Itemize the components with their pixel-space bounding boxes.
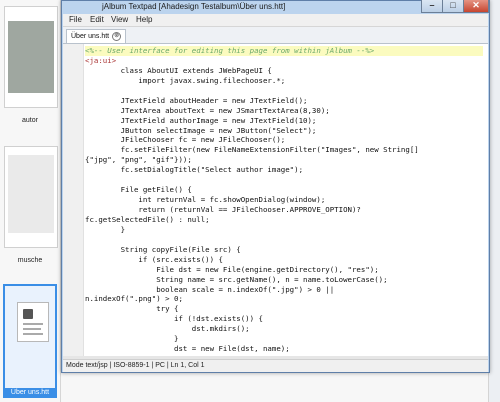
code-line[interactable]: JButton selectImage = new JButton("Selec… [85,126,483,136]
maximize-button[interactable]: □ [442,0,464,13]
code-line[interactable]: <%-- User interface for editing this pag… [85,46,483,56]
code-line[interactable]: import javax.swing.filechooser.*; [85,76,483,86]
thumbnail-image [8,155,54,233]
thumbnail-label: autor [22,117,38,124]
textpad-window: jAlbum Textpad [Ahadesign Testalbum\Über… [61,0,490,373]
page-document-icon [17,302,49,342]
code-line[interactable]: JTextField authorImage = new JTextField(… [85,116,483,126]
code-line[interactable]: <ja:ui> [85,56,483,66]
status-text: Mode text/jsp | ISO-8859-1 | PC | Ln 1, … [66,362,205,369]
thumbnail-label: musche [17,257,43,264]
status-bar: Mode text/jsp | ISO-8859-1 | PC | Ln 1, … [63,359,488,372]
code-line[interactable]: if (src.exists()) { [85,255,483,265]
line-gutter [63,44,84,356]
code-line[interactable]: dst.mkdirs(); [85,324,483,334]
window-title: jAlbum Textpad [Ahadesign Testalbum\Über… [102,2,286,11]
close-button[interactable]: ✕ [463,0,489,13]
menu-view[interactable]: View [111,15,128,24]
code-line[interactable]: if (!dst.exists()) { [85,314,483,324]
code-line[interactable]: dst = new File(dst, name); [85,344,483,354]
tab-label: Über uns.htt [71,33,110,40]
code-line[interactable]: fc.setFileFilter(new FileNameExtensionFi… [85,145,483,155]
tab-uber-uns[interactable]: Über uns.htt ⊗ [66,29,127,43]
code-line[interactable]: JFileChooser fc = new JFileChooser(); [85,135,483,145]
close-tab-icon[interactable]: ⊗ [112,31,122,41]
code-line[interactable]: boolean scale = n.indexOf(".jpg") > 0 || [85,285,483,295]
code-line[interactable]: } [85,225,483,235]
code-line[interactable] [85,235,483,245]
code-line[interactable]: File dst = new File(engine.getDirectory(… [85,265,483,275]
code-editor[interactable]: <%-- User interface for editing this pag… [63,44,488,356]
code-line[interactable]: {"jpg", "png", "gif"})); [85,155,483,165]
thumbnail-musche[interactable] [4,146,58,248]
thumbnail-autor[interactable] [4,6,58,108]
code-line[interactable]: int returnVal = fc.showOpenDialog(window… [85,195,483,205]
code-line[interactable]: String copyFile(File src) { [85,245,483,255]
code-line[interactable]: return (returnVal == JFileChooser.APPROV… [85,205,483,215]
code-line[interactable]: JTextField aboutHeader = new JTextField(… [85,96,483,106]
menu-help[interactable]: Help [136,15,152,24]
window-controls: – □ ✕ [421,0,489,13]
code-line[interactable]: n.indexOf(".png") > 0; [85,294,483,304]
selected-thumbnail-label: Über uns.htt [3,388,57,398]
menu-bar: File Edit View Help [63,14,488,27]
code-line[interactable]: File getFile() { [85,185,483,195]
menu-edit[interactable]: Edit [90,15,104,24]
code-line[interactable]: fc.getSelectedFile() : null; [85,215,483,225]
code-line[interactable] [85,86,483,96]
thumbnail-image [8,21,54,93]
code-line[interactable]: try { [85,304,483,314]
code-line[interactable]: class AboutUI extends JWebPageUI { [85,66,483,76]
code-line[interactable] [85,175,483,185]
code-line[interactable]: fc.setDialogTitle("Select author image")… [85,165,483,175]
code-line[interactable]: JTextArea aboutText = new JSmartTextArea… [85,106,483,116]
menu-file[interactable]: File [69,15,82,24]
code-line[interactable]: } [85,334,483,344]
code-line[interactable]: String name = src.getName(), n = name.to… [85,275,483,285]
minimize-button[interactable]: – [421,0,443,13]
tab-bar: Über uns.htt ⊗ [63,27,488,44]
code-text[interactable]: <%-- User interface for editing this pag… [85,46,483,354]
